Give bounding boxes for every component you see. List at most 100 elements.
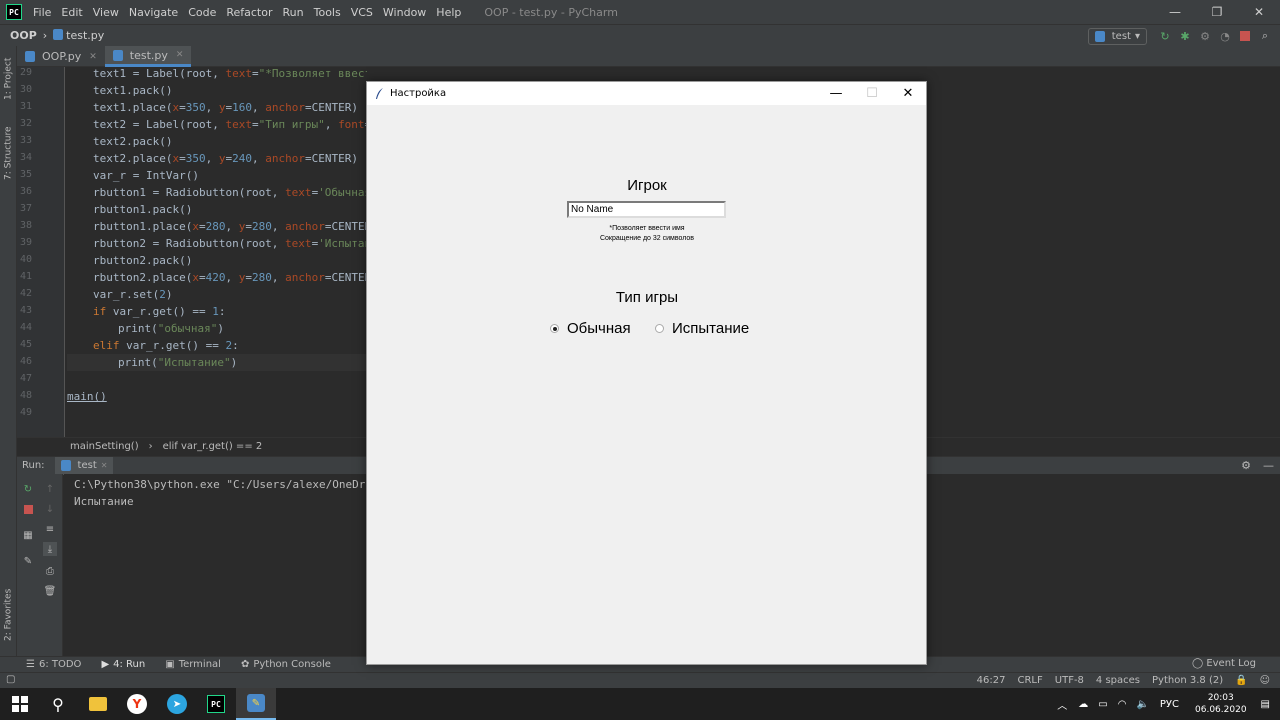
wifi-icon[interactable]: ◠ <box>1118 699 1127 710</box>
python-interpreter[interactable]: Python 3.8 (2) <box>1152 675 1223 686</box>
tab-oop-py[interactable]: OOP.py ✕ <box>17 46 105 67</box>
scroll-to-end-icon[interactable]: ⤓ <box>43 542 57 556</box>
editor-scrollbar[interactable] <box>1271 67 1280 437</box>
radio-trial[interactable]: Испытание <box>655 320 749 337</box>
tab-python-console[interactable]: ✿ Python Console <box>231 659 341 670</box>
clock[interactable]: 20:03 06.06.2020 <box>1195 692 1247 716</box>
start-button[interactable] <box>0 688 40 720</box>
line-number: 33 <box>19 135 32 146</box>
menu-code[interactable]: Code <box>183 6 221 19</box>
close-tab-icon[interactable]: ✕ <box>89 52 97 62</box>
print-icon[interactable]: ⎙ <box>43 564 57 578</box>
rerun-icon[interactable]: ↻ <box>1158 29 1172 43</box>
run-config-select[interactable]: test ▾ <box>1087 27 1147 45</box>
stop-icon[interactable] <box>21 502 35 516</box>
close-tab-icon[interactable]: ✕ <box>101 461 108 470</box>
cloud-icon[interactable]: ☁ <box>1078 699 1088 710</box>
profile-icon[interactable]: ◔ <box>1218 29 1232 43</box>
breadcrumb-project[interactable]: OOP <box>0 29 37 42</box>
player-name-input[interactable]: No Name <box>567 201 726 218</box>
tk-minimize-icon[interactable]: — <box>818 82 854 105</box>
menu-tools[interactable]: Tools <box>309 6 346 19</box>
search-everywhere-icon[interactable]: ⌕ <box>1258 29 1272 43</box>
code-line: rbutton2 = Radiobutton(root, text='Испыт… <box>93 237 367 250</box>
menu-view[interactable]: View <box>88 6 124 19</box>
menu-edit[interactable]: Edit <box>56 6 87 19</box>
taskbar-python[interactable]: ✎ <box>236 688 276 720</box>
line-number: 38 <box>19 220 32 231</box>
menu-navigate[interactable]: Navigate <box>124 6 183 19</box>
code-crumb-branch[interactable]: elif var_r.get() == 2 <box>163 441 263 452</box>
event-log-button[interactable]: ◯ Event Log <box>1192 658 1256 669</box>
breadcrumb-file[interactable]: test.py <box>47 29 104 42</box>
soft-wrap-icon[interactable]: ≡ <box>43 522 57 536</box>
file-encoding[interactable]: UTF-8 <box>1055 675 1084 686</box>
radio-normal[interactable]: Обычная <box>550 320 631 337</box>
taskbar-telegram[interactable]: ➤ <box>157 688 197 720</box>
line-number: 39 <box>19 237 32 248</box>
menu-refactor[interactable]: Refactor <box>221 6 277 19</box>
line-gutter: 29 30 31 32 33 34 35 36 37 38 39 40 41 4… <box>17 67 65 437</box>
tk-close-icon[interactable]: ✕ <box>890 82 926 105</box>
favorites-tool-tab[interactable]: 2: Favorites <box>0 584 17 646</box>
menu-help[interactable]: Help <box>431 6 466 19</box>
caret-position[interactable]: 46:27 <box>977 675 1006 686</box>
taskbar-explorer[interactable] <box>78 688 118 720</box>
tk-maximize-icon[interactable]: ☐ <box>854 82 890 105</box>
run-tools-primary: ↻ ▦ ✎ <box>17 474 39 658</box>
tab-terminal[interactable]: ▣ Terminal <box>155 659 231 670</box>
run-tab-test[interactable]: test ✕ <box>54 456 114 475</box>
line-separator[interactable]: CRLF <box>1018 675 1043 686</box>
breadcrumb-file-label: test.py <box>66 29 105 42</box>
windows-logo-icon <box>12 696 28 712</box>
feather-icon <box>376 87 383 99</box>
notifications-icon[interactable]: ▤ <box>1261 699 1270 710</box>
code-editor[interactable]: text1 = Label(root, text="*Позволяет вве… <box>67 67 367 437</box>
stop-icon[interactable] <box>1238 29 1252 43</box>
project-tool-tab[interactable]: 1: Project <box>0 54 17 104</box>
pin-icon[interactable]: ✎ <box>21 554 35 568</box>
code-line: print("обычная") <box>118 322 224 335</box>
down-arrow-icon[interactable]: ↓ <box>43 502 57 516</box>
coverage-icon[interactable]: ⚙ <box>1198 29 1212 43</box>
menu-vcs[interactable]: VCS <box>346 6 378 19</box>
taskbar-pycharm[interactable]: PC <box>196 688 236 720</box>
speech-bubble-icon: ◯ <box>1191 658 1207 669</box>
chevron-up-icon[interactable]: ︿ <box>1057 697 1067 712</box>
radio-normal-label: Обычная <box>567 320 631 337</box>
minimize-icon[interactable]: — <box>1154 0 1196 24</box>
tab-label: test.py <box>129 48 168 62</box>
tk-title-bar[interactable]: Настройка — ☐ ✕ <box>367 82 926 105</box>
close-tab-icon[interactable]: ✕ <box>176 50 184 60</box>
search-button[interactable]: ⚲ <box>38 688 78 720</box>
taskbar-yandex[interactable]: Y <box>117 688 157 720</box>
trash-icon[interactable]: 🗑 <box>43 584 57 598</box>
face-icon[interactable]: ☺ <box>1260 675 1270 686</box>
menu-window[interactable]: Window <box>378 6 431 19</box>
gear-icon[interactable]: ⚙ <box>1241 459 1251 472</box>
indent-setting[interactable]: 4 spaces <box>1096 675 1140 686</box>
code-crumb-function[interactable]: mainSetting() <box>70 441 139 452</box>
display-icon[interactable]: ▭ <box>1098 699 1107 710</box>
menu-file[interactable]: File <box>28 6 56 19</box>
line-number: 37 <box>19 203 32 214</box>
language-indicator[interactable]: РУС <box>1160 699 1179 710</box>
menu-run[interactable]: Run <box>278 6 309 19</box>
code-line: var_r.set(2) <box>93 288 173 301</box>
rerun-icon[interactable]: ↻ <box>21 482 35 496</box>
name-hint: *Позволяет ввести имя Сокращение до 32 с… <box>547 224 747 244</box>
panel-toggle-icon[interactable]: ▢ <box>6 674 15 685</box>
debug-icon[interactable]: ✱ <box>1178 29 1192 43</box>
tab-todo[interactable]: ☰ 6: TODO <box>0 659 91 670</box>
volume-icon[interactable]: 🔈 <box>1136 699 1148 710</box>
lock-icon[interactable]: 🔒 <box>1235 675 1247 686</box>
windows-taskbar: ⚲ Y ➤ PC ✎ ︿ ☁ ▭ ◠ 🔈 РУС 20:03 06.06.202… <box>0 688 1280 720</box>
close-icon[interactable]: ✕ <box>1238 0 1280 24</box>
hide-panel-icon[interactable]: — <box>1263 459 1274 472</box>
tab-test-py[interactable]: test.py ✕ <box>104 46 192 67</box>
layout-icon[interactable]: ▦ <box>21 528 35 542</box>
restore-icon[interactable]: ❐ <box>1196 0 1238 24</box>
up-arrow-icon[interactable]: ↑ <box>43 482 57 496</box>
tab-run[interactable]: ▶ 4: Run <box>91 659 155 670</box>
code-line: elif var_r.get() == 2: <box>93 339 239 352</box>
